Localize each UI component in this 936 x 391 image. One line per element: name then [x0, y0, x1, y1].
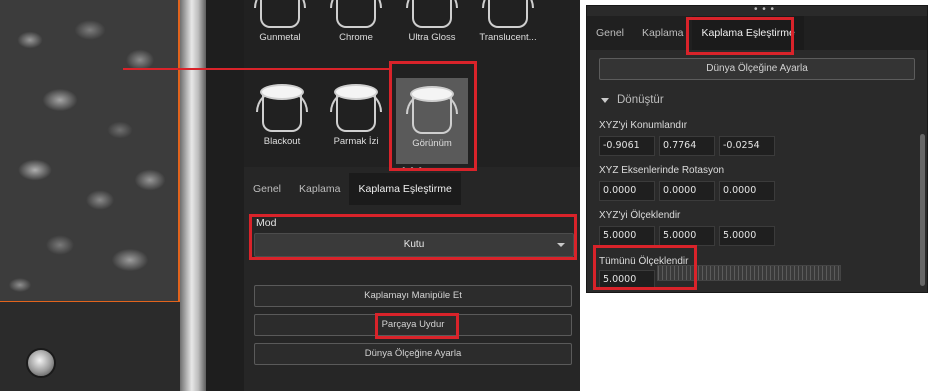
material-label: Gunmetal [259, 32, 301, 43]
scale-z-input[interactable]: 5.0000 [719, 226, 775, 246]
set-world-scale-button[interactable]: Dünya Ölçeğine Ayarla [599, 58, 915, 80]
viewport-floor [0, 302, 200, 391]
paint-bucket-icon [482, 0, 534, 30]
tab-coating[interactable]: Kaplama [633, 16, 692, 50]
mode-dropdown[interactable]: Kutu [254, 233, 574, 257]
paint-bucket-icon [406, 0, 458, 30]
material-label: Translucent... [479, 32, 537, 43]
coating-mapping-properties-panel: • • • Genel Kaplama Kaplama Eşleştirme D… [586, 4, 928, 294]
panel-splitter-handle[interactable]: • • • [754, 4, 775, 15]
right-tab-bar: Genel Kaplama Kaplama Eşleştirme [587, 16, 927, 50]
set-world-scale-button[interactable]: Dünya Ölçeğine Ayarla [254, 343, 572, 365]
material-translucent[interactable]: Translucent... [472, 0, 544, 43]
section-title: Dönüştür [617, 94, 664, 106]
fit-to-part-button[interactable]: Parçaya Uydur [254, 314, 572, 336]
paint-bucket-icon [256, 84, 308, 134]
tab-coating-mapping[interactable]: Kaplama Eşleştirme [692, 16, 804, 50]
scale-label: XYZ'yi Ölçeklendir [599, 210, 681, 221]
material-label: Görünüm [412, 138, 452, 149]
3d-viewport[interactable] [0, 0, 244, 391]
transform-section-header[interactable]: Dönüştür [601, 94, 664, 106]
position-label: XYZ'yi Konumlandır [599, 120, 688, 131]
uniform-scale-slider[interactable] [657, 265, 841, 281]
position-x-input[interactable]: -0.9061 [599, 136, 655, 156]
material-grid: Gunmetal Chrome Ultra Gloss Translucent.… [244, 0, 580, 167]
material-ultra-gloss[interactable]: Ultra Gloss [396, 0, 468, 43]
caret-down-icon [601, 97, 609, 103]
rotation-y-input[interactable]: 0.0000 [659, 181, 715, 201]
material-label: Ultra Gloss [408, 32, 456, 43]
material-label: Chrome [339, 32, 373, 43]
rotation-z-input[interactable]: 0.0000 [719, 181, 775, 201]
manipulate-coating-button[interactable]: Kaplamayı Manipüle Et [254, 285, 572, 307]
paint-bucket-icon [406, 86, 458, 136]
material-blackout[interactable]: Blackout [246, 84, 318, 147]
paint-bucket-icon [254, 0, 306, 30]
material-label: Parmak İzi [333, 136, 379, 147]
scale-y-input[interactable]: 5.0000 [659, 226, 715, 246]
tab-general[interactable]: Genel [244, 173, 290, 205]
mode-dropdown-value: Kutu [403, 239, 425, 250]
screw-head [26, 348, 56, 378]
rotation-x-input[interactable]: 0.0000 [599, 181, 655, 201]
position-z-input[interactable]: -0.0254 [719, 136, 775, 156]
tab-general[interactable]: Genel [587, 16, 633, 50]
scale-x-input[interactable]: 5.0000 [599, 226, 655, 246]
paint-bucket-icon [330, 0, 382, 30]
material-gunmetal[interactable]: Gunmetal [244, 0, 316, 43]
properties-scroll-area: Dünya Ölçeğine Ayarla Dönüştür XYZ'yi Ko… [587, 50, 927, 294]
material-label: Blackout [263, 136, 301, 147]
left-tab-bar: Genel Kaplama Kaplama Eşleştirme [244, 173, 461, 205]
paint-bucket-icon [330, 84, 382, 134]
material-gorunum[interactable]: Görünüm [396, 78, 468, 164]
material-fingerprint[interactable]: Parmak İzi [320, 84, 392, 147]
material-chrome[interactable]: Chrome [320, 0, 392, 43]
tab-coating-mapping[interactable]: Kaplama Eşleştirme [349, 173, 461, 205]
appearance-library-panel: Gunmetal Chrome Ultra Gloss Translucent.… [244, 0, 580, 391]
rotation-label: XYZ Eksenlerinde Rotasyon [599, 165, 725, 176]
metal-frame [180, 0, 206, 391]
annotation-pointer-line [123, 68, 391, 70]
mode-label: Mod [256, 217, 277, 229]
rock-texture-model[interactable] [0, 0, 180, 302]
position-y-input[interactable]: 0.7764 [659, 136, 715, 156]
frame-shadow [206, 0, 244, 391]
chevron-down-icon [557, 243, 565, 247]
coating-mapping-body: Mod Kutu Kaplamayı Manipüle Et Parçaya U… [244, 205, 580, 391]
tab-coating[interactable]: Kaplama [290, 173, 349, 205]
uniform-scale-input[interactable]: 5.0000 [599, 270, 655, 290]
panel-scrollbar[interactable] [920, 134, 925, 286]
